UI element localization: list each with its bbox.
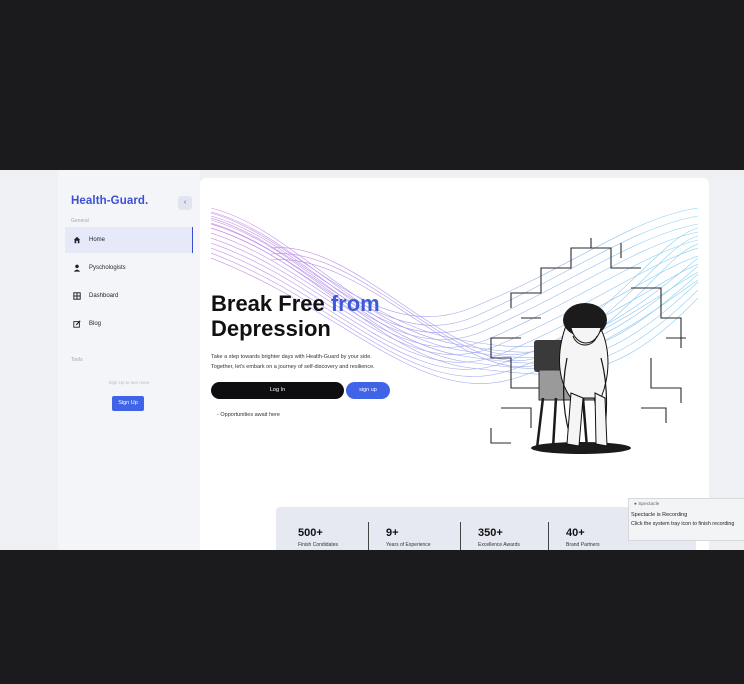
section-label-general: General [71,218,89,224]
home-icon [73,236,81,244]
notification-body: Click the system tray icon to finish rec… [631,521,735,527]
sidebar-item-home[interactable]: Home [65,227,193,253]
stat-value: 40+ [566,527,585,539]
edit-icon [73,320,81,328]
sidebar-item-label: Home [89,237,106,243]
stat-label: Years of Experience [386,542,431,548]
signup-hint: Sign Up to see more [108,380,150,385]
stat-item: 350+ Excellence Awards [478,527,520,548]
stat-value: 500+ [298,527,323,539]
sidebar-item-label: Blog [89,321,102,327]
recording-notification[interactable]: ● Spectacle Spectacle is Recording Click… [628,498,744,541]
stat-item: 9+ Years of Experience [386,527,431,548]
sidebar-item-label: Dashboard [89,293,119,299]
stat-divider [460,522,461,550]
user-icon [73,264,81,272]
app-window: Health-Guard. ‹ General Home Pyschologis… [0,170,744,550]
hero-subtitle-line: Take a step towards brighter days with H… [211,354,372,360]
grid-icon [73,292,81,300]
opportunities-text: - Opportunities await here [217,412,280,418]
stat-value: 9+ [386,527,399,539]
stat-divider [368,522,369,550]
hero-title-part: Break Free [211,291,331,316]
notification-app-name: ● Spectacle [634,502,660,507]
sidebar-item-label: Pyschologists [89,265,126,271]
stat-label: Brand Partners [566,542,600,548]
section-label-tools: Tools [71,357,83,363]
chevron-left-icon[interactable]: ‹ [178,196,192,210]
login-button[interactable]: Log In [211,382,344,399]
hero-subtitle-line: Together, let's embark on a journey of s… [211,364,375,370]
notification-title: Spectacle is Recording [631,512,688,518]
stat-item: 500+ Finish Condidates [298,527,338,548]
sidebar: Health-Guard. ‹ General Home Pyschologis… [58,170,200,550]
stat-label: Excellence Awards [478,542,520,548]
stat-divider [548,522,549,550]
sidebar-item-blog[interactable]: Blog [65,311,192,337]
stat-item: 40+ Brand Partners [566,527,600,548]
hero-title-accent: from [330,291,380,316]
sidebar-signup-button[interactable]: Sign Up [112,396,144,411]
stat-value: 350+ [478,527,503,539]
sidebar-item-dashboard[interactable]: Dashboard [65,283,192,309]
hero-title: Break Free from Depression [211,291,380,341]
signup-button[interactable]: sign up [346,382,390,399]
stat-label: Finish Condidates [298,542,339,548]
app-logo[interactable]: Health-Guard. [71,195,148,207]
sidebar-item-psychologists[interactable]: Pyschologists [65,255,192,281]
hero-title-part: Depression [211,316,331,341]
hero-subtitle: Take a step towards brighter days with H… [211,352,411,372]
main-content: Break Free from Depression Take a step t… [200,178,709,550]
